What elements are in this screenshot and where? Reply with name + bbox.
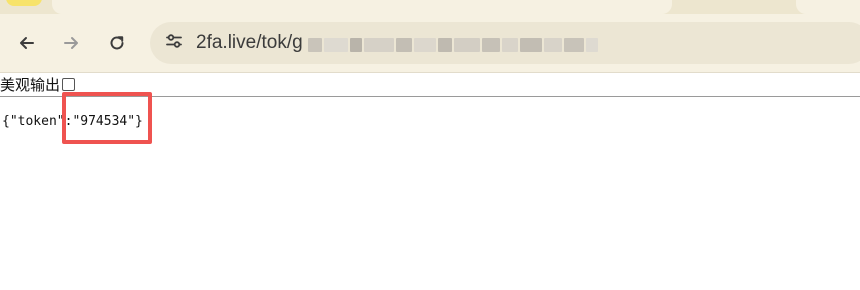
redacted-url-segment [414,38,436,52]
toolbar-border [0,72,860,73]
address-bar[interactable]: 2fa.live/tok/g [150,22,860,64]
arrow-right-icon [61,33,81,53]
pretty-output-checkbox[interactable] [62,77,76,91]
redacted-url-segment [350,38,362,52]
tab-favicon-hint[interactable] [6,0,42,6]
redacted-url-segment [502,38,518,52]
redacted-url-segment [396,38,412,52]
redacted-url-segment [586,38,598,52]
redacted-url-segment [454,38,480,52]
redacted-url-segment [324,38,348,52]
redacted-url-segment [482,38,500,52]
back-button[interactable] [12,28,42,58]
output-controls: 美观输出 [0,74,76,95]
arrow-left-icon [17,33,37,53]
url-text[interactable]: 2fa.live/tok/g [196,32,303,54]
browser-toolbar: 2fa.live/tok/g [0,14,860,72]
token-highlight-box [62,92,152,144]
redacted-url-segment [438,38,452,52]
redacted-url-segment [364,38,394,52]
forward-button[interactable] [56,28,86,58]
site-info-button[interactable] [160,29,188,57]
redacted-url-segment [520,38,542,52]
browser-tab[interactable] [796,0,860,14]
redacted-url-segment [564,38,584,52]
redacted-url-segment [308,38,322,52]
active-tab[interactable] [52,0,672,14]
tab-strip [0,0,860,14]
reload-icon [107,33,127,53]
tune-icon [164,31,184,55]
pretty-output-label[interactable]: 美观输出 [0,74,60,95]
redacted-url-segment [544,38,562,52]
reload-button[interactable] [102,28,132,58]
